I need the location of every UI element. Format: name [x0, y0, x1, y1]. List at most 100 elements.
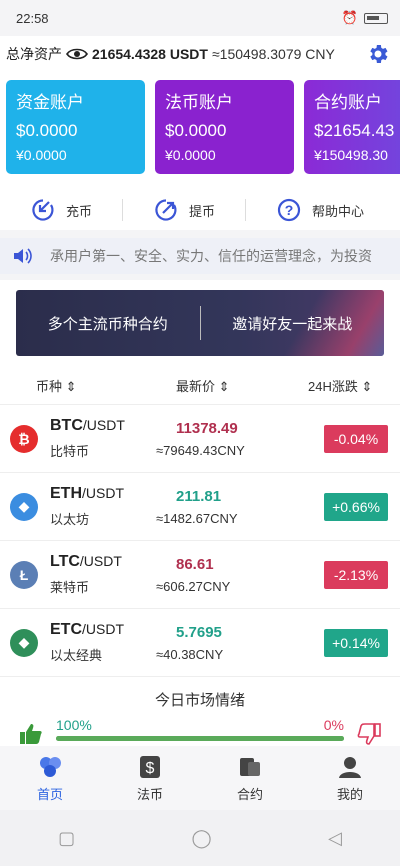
bottom-tab-bar: 首页 $ 法币 合约 我的: [0, 746, 400, 810]
coin-name: 莱特币: [50, 580, 90, 595]
deposit-button[interactable]: 充币: [30, 199, 122, 221]
total-assets-cny: ≈150498.3079 CNY: [211, 46, 335, 62]
total-assets-label: 总净资产: [6, 46, 62, 62]
coin-quote: /USDT: [79, 553, 122, 569]
tab-fiat[interactable]: $ 法币: [100, 746, 200, 810]
coin-price: 11378.49: [176, 419, 238, 437]
eye-icon[interactable]: [66, 47, 88, 61]
back-triangle-icon[interactable]: ◁: [328, 828, 342, 849]
coin-quote: /USDT: [82, 621, 124, 637]
market-row-etc[interactable]: ◆ ETC/USDT 以太经典 5.7695 ≈40.38CNY +0.14%: [0, 608, 400, 676]
alarm-icon: ⏰: [341, 10, 358, 25]
user-icon: [339, 756, 361, 778]
quick-actions: 充币 提币 ? 帮助中心: [0, 190, 400, 230]
sentiment-bar-fill: [56, 736, 344, 741]
coin-symbol: ETH: [50, 485, 82, 502]
tab-home[interactable]: 首页: [0, 746, 100, 810]
change-badge: +0.14%: [324, 628, 388, 657]
coin-name: 以太经典: [50, 648, 103, 663]
coin-price: 86.61: [176, 555, 214, 573]
settings-gear-icon[interactable]: [366, 42, 390, 66]
coin-symbol: ETC: [50, 621, 82, 638]
withdraw-button[interactable]: 提币: [122, 199, 245, 221]
status-bar: 22:58 ⏰: [0, 0, 400, 36]
home-icon: [40, 756, 61, 777]
account-name: 合约账户: [314, 93, 382, 112]
tab-profile[interactable]: 我的: [300, 746, 400, 810]
total-assets-bar: 总净资产 21654.4328 USDT ≈150498.3079 CNY: [0, 36, 400, 72]
change-badge: +0.66%: [324, 492, 388, 521]
tab-label: 合约: [236, 786, 263, 802]
banner-right-text: 邀请好友一起来战: [232, 315, 353, 333]
deposit-label: 充币: [66, 203, 93, 219]
eth-coin-icon: ◆: [10, 492, 38, 521]
bear-percent: 0%: [323, 717, 344, 733]
deposit-icon: [32, 199, 54, 221]
sentiment-title: 今日市场情绪: [154, 692, 245, 709]
coin-price-cny: ≈40.38CNY: [156, 646, 224, 662]
notice-bar[interactable]: 承用户第一、安全、实力、信任的运营理念，为投资: [0, 238, 400, 274]
change-badge: -2.13%: [324, 560, 388, 589]
account-name: 资金账户: [16, 93, 84, 112]
market-row-ltc[interactable]: Ł LTC/USDT 莱特币 86.61 ≈606.27CNY -2.13%: [0, 540, 400, 608]
coin-quote: /USDT: [82, 485, 124, 501]
coin-name: 以太坊: [50, 512, 90, 527]
btc-coin-icon: ₿: [10, 424, 38, 453]
account-cards: 资金账户 $0.0000 ¥0.0000 法币账户 $0.0000 ¥0.000…: [0, 72, 400, 190]
withdraw-icon: [155, 199, 177, 221]
total-assets: 总净资产 21654.4328 USDT ≈150498.3079 CNY: [6, 44, 335, 64]
promo-banner[interactable]: 多个主流币种合约 邀请好友一起来战: [16, 290, 384, 356]
tab-contract[interactable]: 合约: [200, 746, 300, 810]
system-nav-bar: ▢ ◯ ◁: [0, 810, 400, 866]
dollar-icon: $: [140, 755, 160, 778]
market-row-eth[interactable]: ◆ ETH/USDT 以太坊 211.81 ≈1482.67CNY +0.66%: [0, 472, 400, 540]
svg-text:$: $: [146, 760, 155, 777]
account-cny: ¥0.0000: [16, 147, 67, 163]
account-card-fiat[interactable]: 法币账户 $0.0000 ¥0.0000: [155, 80, 294, 174]
help-center-button[interactable]: ? 帮助中心: [245, 198, 394, 222]
account-cny: ¥0.0000: [165, 147, 216, 163]
coin-price-cny: ≈606.27CNY: [156, 578, 231, 594]
status-time: 22:58: [16, 10, 49, 26]
tab-label: 我的: [336, 786, 363, 802]
sort-by-change[interactable]: 24H涨跌 ⇕: [290, 376, 400, 395]
bull-percent: 100%: [56, 717, 92, 733]
ltc-coin-icon: Ł: [10, 560, 38, 589]
account-card-contract[interactable]: 合约账户 $21654.43 ¥150498.30: [304, 80, 400, 174]
total-assets-usdt: 21654.4328 USDT: [92, 46, 208, 62]
speaker-icon: [14, 248, 32, 264]
home-circle-icon[interactable]: ◯: [192, 828, 212, 849]
coin-price: 211.81: [176, 487, 222, 505]
account-name: 法币账户: [165, 93, 233, 112]
account-cny: ¥150498.30: [314, 147, 388, 163]
account-usd: $0.0000: [165, 121, 227, 140]
recents-square-icon[interactable]: ▢: [58, 828, 75, 849]
tab-label: 法币: [136, 786, 163, 802]
coin-price-cny: ≈1482.67CNY: [156, 510, 238, 526]
status-icons: ⏰: [342, 10, 388, 26]
market-row-btc[interactable]: ₿ BTC/USDT 比特币 11378.49 ≈79649.43CNY -0.…: [0, 404, 400, 472]
withdraw-label: 提币: [189, 203, 216, 219]
svg-text:?: ?: [285, 202, 294, 218]
account-card-funding[interactable]: 资金账户 $0.0000 ¥0.0000: [6, 80, 145, 174]
sort-by-price[interactable]: 最新价 ⇕: [140, 376, 290, 395]
notice-text: 承用户第一、安全、实力、信任的运营理念，为投资: [50, 248, 372, 264]
contract-icon: [240, 757, 260, 776]
coin-price-cny: ≈79649.43CNY: [156, 442, 245, 458]
coin-symbol: BTC: [50, 417, 83, 434]
coin-price: 5.7695: [176, 623, 222, 641]
market-list: 币种 ⇕ 最新价 ⇕ 24H涨跌 ⇕ ₿ BTC/USDT 比特币 11378.…: [0, 366, 400, 676]
coin-name: 比特币: [50, 444, 90, 459]
sort-by-coin[interactable]: 币种 ⇕: [0, 376, 140, 395]
etc-coin-icon: ◆: [10, 628, 38, 657]
battery-icon: [364, 12, 388, 24]
help-center-label: 帮助中心: [312, 203, 365, 219]
banner-section: 多个主流币种合约 邀请好友一起来战: [0, 280, 400, 366]
help-icon: ?: [277, 198, 301, 222]
change-badge: -0.04%: [324, 424, 388, 453]
market-header: 币种 ⇕ 最新价 ⇕ 24H涨跌 ⇕: [0, 366, 400, 404]
account-usd: $21654.43: [314, 121, 395, 140]
tab-label: 首页: [36, 786, 63, 802]
account-usd: $0.0000: [16, 121, 78, 140]
coin-symbol: LTC: [50, 553, 80, 570]
